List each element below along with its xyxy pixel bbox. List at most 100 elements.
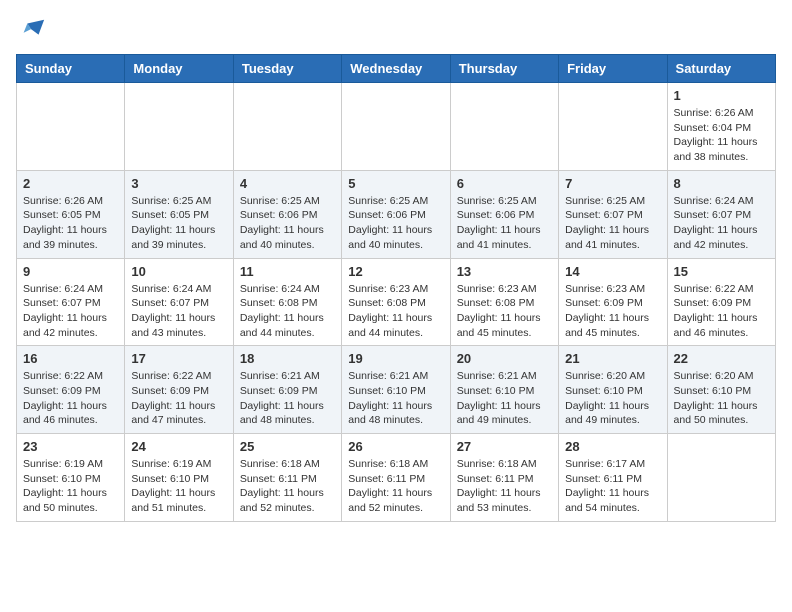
- day-number: 2: [23, 176, 118, 191]
- calendar-cell: 20 Sunrise: 6:21 AM Sunset: 6:10 PM Dayli…: [450, 346, 558, 434]
- day-number: 16: [23, 351, 118, 366]
- day-info: Sunrise: 6:21 AM Sunset: 6:09 PM Dayligh…: [240, 369, 335, 428]
- calendar-table: SundayMondayTuesdayWednesdayThursdayFrid…: [16, 54, 776, 522]
- day-header-sunday: Sunday: [17, 55, 125, 83]
- day-info: Sunrise: 6:18 AM Sunset: 6:11 PM Dayligh…: [240, 457, 335, 516]
- day-info: Sunrise: 6:26 AM Sunset: 6:05 PM Dayligh…: [23, 194, 118, 253]
- day-info: Sunrise: 6:21 AM Sunset: 6:10 PM Dayligh…: [457, 369, 552, 428]
- day-info: Sunrise: 6:23 AM Sunset: 6:08 PM Dayligh…: [457, 282, 552, 341]
- calendar-cell: 4Sunrise: 6:25 AM Sunset: 6:06 PM Daylig…: [233, 170, 341, 258]
- calendar-cell: 15 Sunrise: 6:22 AM Sunset: 6:09 PM Dayli…: [667, 258, 775, 346]
- day-info: Sunrise: 6:22 AM Sunset: 6:09 PM Dayligh…: [131, 369, 226, 428]
- calendar-cell: 24 Sunrise: 6:19 AM Sunset: 6:10 PM Dayli…: [125, 434, 233, 522]
- day-number: 19: [348, 351, 443, 366]
- calendar-cell: 26 Sunrise: 6:18 AM Sunset: 6:11 PM Dayli…: [342, 434, 450, 522]
- calendar-cell: 27 Sunrise: 6:18 AM Sunset: 6:11 PM Dayli…: [450, 434, 558, 522]
- calendar-cell: 8Sunrise: 6:24 AM Sunset: 6:07 PM Daylig…: [667, 170, 775, 258]
- day-number: 13: [457, 264, 552, 279]
- day-number: 5: [348, 176, 443, 191]
- logo: [16, 16, 46, 44]
- day-info: Sunrise: 6:24 AM Sunset: 6:07 PM Dayligh…: [23, 282, 118, 341]
- calendar-cell: [559, 83, 667, 171]
- day-info: Sunrise: 6:26 AM Sunset: 6:04 PM Dayligh…: [674, 106, 769, 165]
- calendar-week-2: 2 Sunrise: 6:26 AM Sunset: 6:05 PM Daylig…: [17, 170, 776, 258]
- day-number: 28: [565, 439, 660, 454]
- calendar-cell: 18 Sunrise: 6:21 AM Sunset: 6:09 PM Dayli…: [233, 346, 341, 434]
- calendar-cell: 12 Sunrise: 6:23 AM Sunset: 6:08 PM Dayli…: [342, 258, 450, 346]
- calendar-week-1: 1 Sunrise: 6:26 AM Sunset: 6:04 PM Daylig…: [17, 83, 776, 171]
- day-info: Sunrise: 6:24 AM Sunset: 6:07 PM Dayligh…: [131, 282, 226, 341]
- day-number: 24: [131, 439, 226, 454]
- calendar-cell: 2 Sunrise: 6:26 AM Sunset: 6:05 PM Daylig…: [17, 170, 125, 258]
- calendar-cell: [450, 83, 558, 171]
- day-info: Sunrise: 6:18 AM Sunset: 6:11 PM Dayligh…: [457, 457, 552, 516]
- calendar-cell: 10Sunrise: 6:24 AM Sunset: 6:07 PM Dayli…: [125, 258, 233, 346]
- day-info: Sunrise: 6:24 AM Sunset: 6:08 PM Dayligh…: [240, 282, 335, 341]
- day-info: Sunrise: 6:22 AM Sunset: 6:09 PM Dayligh…: [23, 369, 118, 428]
- calendar-week-5: 23 Sunrise: 6:19 AM Sunset: 6:10 PM Dayli…: [17, 434, 776, 522]
- day-header-friday: Friday: [559, 55, 667, 83]
- day-info: Sunrise: 6:23 AM Sunset: 6:08 PM Dayligh…: [348, 282, 443, 341]
- day-number: 9: [23, 264, 118, 279]
- calendar-cell: 21 Sunrise: 6:20 AM Sunset: 6:10 PM Dayli…: [559, 346, 667, 434]
- calendar-cell: [17, 83, 125, 171]
- day-number: 26: [348, 439, 443, 454]
- calendar-cell: 23Sunrise: 6:19 AM Sunset: 6:10 PM Dayli…: [17, 434, 125, 522]
- day-number: 23: [23, 439, 118, 454]
- day-number: 20: [457, 351, 552, 366]
- day-header-tuesday: Tuesday: [233, 55, 341, 83]
- day-number: 18: [240, 351, 335, 366]
- calendar-week-3: 9 Sunrise: 6:24 AM Sunset: 6:07 PM Daylig…: [17, 258, 776, 346]
- calendar-cell: [125, 83, 233, 171]
- day-number: 12: [348, 264, 443, 279]
- calendar-cell: 1 Sunrise: 6:26 AM Sunset: 6:04 PM Daylig…: [667, 83, 775, 171]
- day-header-saturday: Saturday: [667, 55, 775, 83]
- day-number: 25: [240, 439, 335, 454]
- calendar-cell: 16 Sunrise: 6:22 AM Sunset: 6:09 PM Dayli…: [17, 346, 125, 434]
- day-info: Sunrise: 6:20 AM Sunset: 6:10 PM Dayligh…: [674, 369, 769, 428]
- calendar-cell: 25 Sunrise: 6:18 AM Sunset: 6:11 PM Dayli…: [233, 434, 341, 522]
- calendar-cell: 14Sunrise: 6:23 AM Sunset: 6:09 PM Dayli…: [559, 258, 667, 346]
- calendar-header-row: SundayMondayTuesdayWednesdayThursdayFrid…: [17, 55, 776, 83]
- day-info: Sunrise: 6:21 AM Sunset: 6:10 PM Dayligh…: [348, 369, 443, 428]
- calendar-cell: [233, 83, 341, 171]
- calendar-cell: [342, 83, 450, 171]
- day-number: 27: [457, 439, 552, 454]
- day-number: 15: [674, 264, 769, 279]
- day-number: 11: [240, 264, 335, 279]
- day-info: Sunrise: 6:24 AM Sunset: 6:07 PM Dayligh…: [674, 194, 769, 253]
- day-number: 4: [240, 176, 335, 191]
- calendar-week-4: 16 Sunrise: 6:22 AM Sunset: 6:09 PM Dayli…: [17, 346, 776, 434]
- day-info: Sunrise: 6:23 AM Sunset: 6:09 PM Dayligh…: [565, 282, 660, 341]
- day-header-wednesday: Wednesday: [342, 55, 450, 83]
- calendar-cell: 11 Sunrise: 6:24 AM Sunset: 6:08 PM Dayli…: [233, 258, 341, 346]
- day-info: Sunrise: 6:22 AM Sunset: 6:09 PM Dayligh…: [674, 282, 769, 341]
- calendar-cell: 28 Sunrise: 6:17 AM Sunset: 6:11 PM Dayli…: [559, 434, 667, 522]
- day-number: 3: [131, 176, 226, 191]
- day-header-thursday: Thursday: [450, 55, 558, 83]
- day-info: Sunrise: 6:25 AM Sunset: 6:06 PM Dayligh…: [457, 194, 552, 253]
- day-info: Sunrise: 6:17 AM Sunset: 6:11 PM Dayligh…: [565, 457, 660, 516]
- day-info: Sunrise: 6:20 AM Sunset: 6:10 PM Dayligh…: [565, 369, 660, 428]
- calendar-cell: 9 Sunrise: 6:24 AM Sunset: 6:07 PM Daylig…: [17, 258, 125, 346]
- page-header: [16, 16, 776, 44]
- day-info: Sunrise: 6:18 AM Sunset: 6:11 PM Dayligh…: [348, 457, 443, 516]
- calendar-cell: 5 Sunrise: 6:25 AM Sunset: 6:06 PM Daylig…: [342, 170, 450, 258]
- day-number: 17: [131, 351, 226, 366]
- day-number: 21: [565, 351, 660, 366]
- calendar-cell: 13 Sunrise: 6:23 AM Sunset: 6:08 PM Dayli…: [450, 258, 558, 346]
- calendar-cell: 19 Sunrise: 6:21 AM Sunset: 6:10 PM Dayli…: [342, 346, 450, 434]
- day-number: 7: [565, 176, 660, 191]
- calendar-cell: 7 Sunrise: 6:25 AM Sunset: 6:07 PM Daylig…: [559, 170, 667, 258]
- day-number: 1: [674, 88, 769, 103]
- calendar-cell: 17 Sunrise: 6:22 AM Sunset: 6:09 PM Dayli…: [125, 346, 233, 434]
- day-header-monday: Monday: [125, 55, 233, 83]
- day-info: Sunrise: 6:25 AM Sunset: 6:05 PM Dayligh…: [131, 194, 226, 253]
- calendar-cell: 6Sunrise: 6:25 AM Sunset: 6:06 PM Daylig…: [450, 170, 558, 258]
- calendar-cell: 3 Sunrise: 6:25 AM Sunset: 6:05 PM Daylig…: [125, 170, 233, 258]
- day-number: 22: [674, 351, 769, 366]
- day-info: Sunrise: 6:19 AM Sunset: 6:10 PM Dayligh…: [131, 457, 226, 516]
- day-info: Sunrise: 6:25 AM Sunset: 6:07 PM Dayligh…: [565, 194, 660, 253]
- day-info: Sunrise: 6:25 AM Sunset: 6:06 PM Dayligh…: [348, 194, 443, 253]
- calendar-cell: [667, 434, 775, 522]
